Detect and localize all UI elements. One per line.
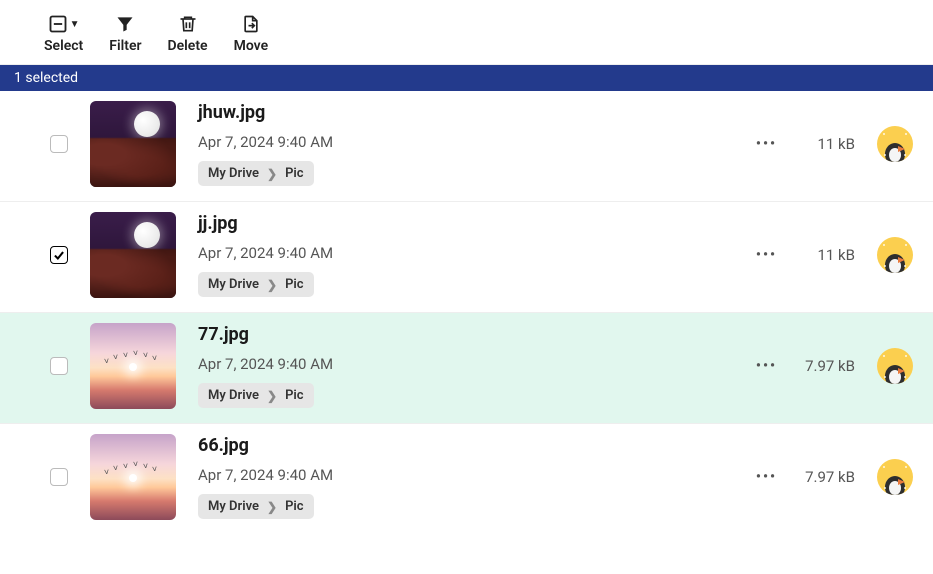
file-row[interactable]: jj.jpg Apr 7, 2024 9:40 AM My Drive ❯ Pi… [0,202,933,313]
file-size: 11 kB [799,246,855,264]
chevron-down-icon: ▼ [70,19,80,30]
more-actions-button[interactable]: ••• [756,469,777,485]
row-right: ••• 11 kB [756,126,913,162]
breadcrumb[interactable]: My Drive ❯ Pic [198,161,314,186]
file-meta: jj.jpg Apr 7, 2024 9:40 AM My Drive ❯ Pi… [198,213,734,297]
file-row[interactable]: jhuw.jpg Apr 7, 2024 9:40 AM My Drive ❯ … [0,91,933,202]
row-checkbox[interactable] [50,135,68,153]
file-size: 7.97 kB [799,468,855,486]
move-button[interactable]: Move [234,14,269,54]
row-checkbox[interactable] [50,246,68,264]
file-date: Apr 7, 2024 9:40 AM [198,244,734,262]
chevron-right-icon: ❯ [267,500,277,514]
file-name[interactable]: 77.jpg [198,324,734,345]
select-label: Select [44,38,83,54]
file-meta: jhuw.jpg Apr 7, 2024 9:40 AM My Drive ❯ … [198,102,734,186]
selection-count-bar: 1 selected [0,65,933,91]
thumbnail[interactable]: ˅˅ ˅˅ ˅˅ [90,323,176,409]
select-partial-icon [48,14,68,34]
breadcrumb-root: My Drive [208,277,259,292]
breadcrumb[interactable]: My Drive ❯ Pic [198,494,314,519]
row-right: ••• 7.97 kB [756,348,913,384]
chevron-right-icon: ❯ [267,167,277,181]
filter-button[interactable]: Filter [109,14,141,54]
breadcrumb-root: My Drive [208,388,259,403]
file-meta: 77.jpg Apr 7, 2024 9:40 AM My Drive ❯ Pi… [198,324,734,408]
delete-label: Delete [168,38,208,54]
file-meta: 66.jpg Apr 7, 2024 9:40 AM My Drive ❯ Pi… [198,435,734,519]
filter-icon [115,14,135,34]
row-checkbox[interactable] [50,468,68,486]
file-name[interactable]: jhuw.jpg [198,102,734,123]
row-right: ••• 7.97 kB [756,459,913,495]
file-row[interactable]: ˅˅ ˅˅ ˅˅ 66.jpg Apr 7, 2024 9:40 AM My D… [0,424,933,534]
breadcrumb[interactable]: My Drive ❯ Pic [198,383,314,408]
breadcrumb[interactable]: My Drive ❯ Pic [198,272,314,297]
file-date: Apr 7, 2024 9:40 AM [198,133,734,151]
select-button[interactable]: ▼ Select [44,14,83,54]
file-list: jhuw.jpg Apr 7, 2024 9:40 AM My Drive ❯ … [0,91,933,534]
filter-label: Filter [109,38,141,54]
file-name[interactable]: jj.jpg [198,213,734,234]
more-actions-button[interactable]: ••• [756,136,777,152]
owner-avatar[interactable] [877,348,913,384]
owner-avatar[interactable] [877,459,913,495]
owner-avatar[interactable] [877,237,913,273]
breadcrumb-leaf: Pic [285,388,304,403]
toolbar: ▼ Select Filter Delete Move [0,0,933,65]
file-name[interactable]: 66.jpg [198,435,734,456]
delete-button[interactable]: Delete [168,14,208,54]
thumbnail[interactable] [90,212,176,298]
breadcrumb-leaf: Pic [285,499,304,514]
thumbnail[interactable] [90,101,176,187]
owner-avatar[interactable] [877,126,913,162]
thumbnail[interactable]: ˅˅ ˅˅ ˅˅ [90,434,176,520]
file-date: Apr 7, 2024 9:40 AM [198,355,734,373]
file-date: Apr 7, 2024 9:40 AM [198,466,734,484]
breadcrumb-root: My Drive [208,499,259,514]
chevron-right-icon: ❯ [267,278,277,292]
more-actions-button[interactable]: ••• [756,358,777,374]
move-file-icon [241,14,261,34]
row-right: ••• 11 kB [756,237,913,273]
breadcrumb-leaf: Pic [285,277,304,292]
file-size: 11 kB [799,135,855,153]
chevron-right-icon: ❯ [267,389,277,403]
move-label: Move [234,38,269,54]
more-actions-button[interactable]: ••• [756,247,777,263]
file-size: 7.97 kB [799,357,855,375]
breadcrumb-root: My Drive [208,166,259,181]
row-checkbox[interactable] [50,357,68,375]
breadcrumb-leaf: Pic [285,166,304,181]
trash-icon [178,14,198,34]
file-row[interactable]: ˅˅ ˅˅ ˅˅ 77.jpg Apr 7, 2024 9:40 AM My D… [0,313,933,424]
